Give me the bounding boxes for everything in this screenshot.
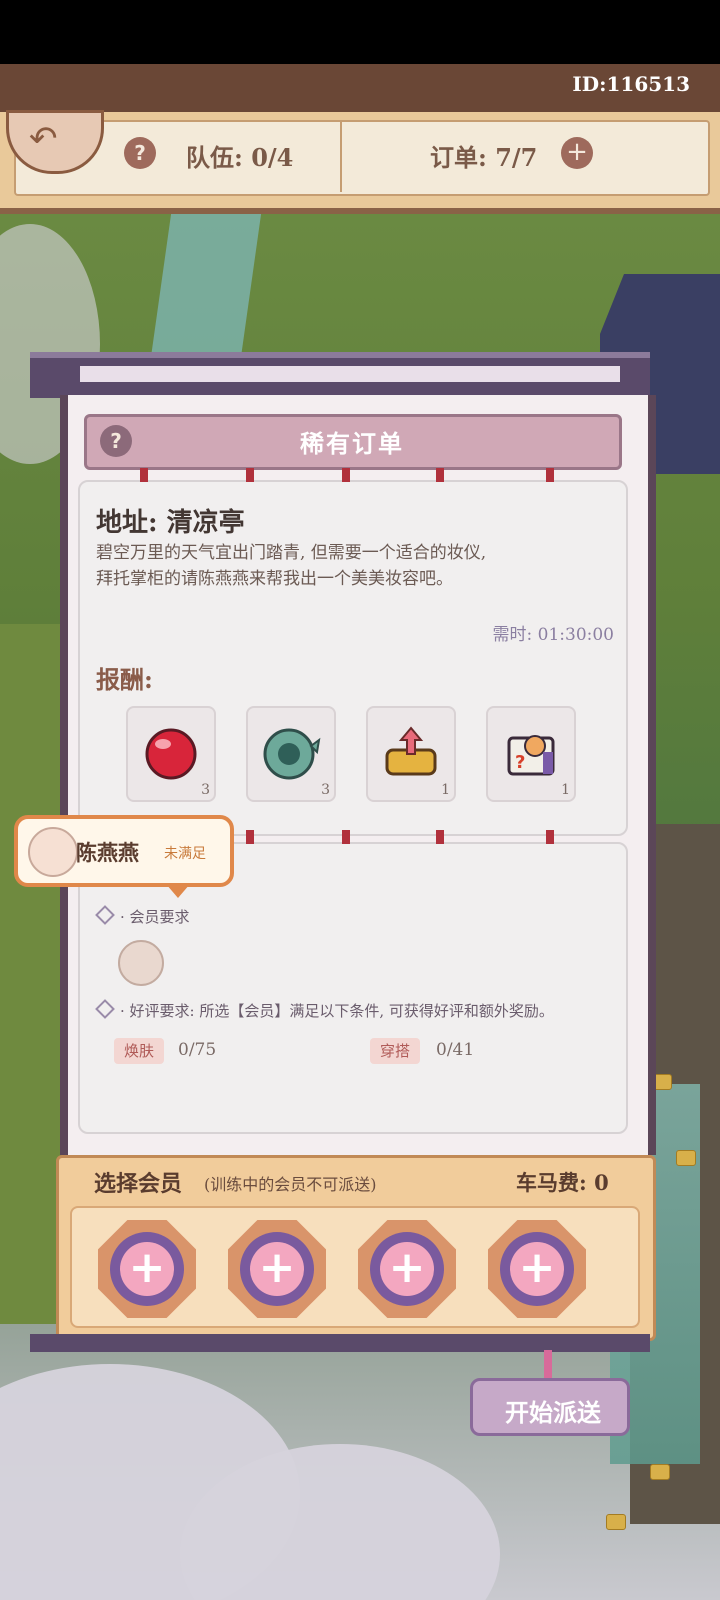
member-name: 陈燕燕 [76, 840, 139, 865]
reward-count: 3 [201, 782, 210, 798]
stat-tag-skincare: 焕肤 [114, 1038, 165, 1064]
diamond-icon [95, 999, 115, 1019]
member-requirement-label: · 会员要求 [95, 905, 190, 927]
panel-title: 稀有订单 [300, 429, 404, 458]
review-requirement-label: · 好评要求: 所选【会员】满足以下条件, 可获得好评和额外奖励。 [95, 999, 554, 1021]
order-address: 地址: 清凉亭 [96, 508, 245, 538]
mystery-box-icon: ? [507, 735, 555, 776]
reward-count: 3 [321, 782, 330, 798]
scroll-top-rail [30, 352, 650, 398]
back-arrow-icon: ↶ [29, 119, 58, 159]
member-status: 未满足 [164, 846, 206, 862]
stat-tag-outfit: 穿搭 [370, 1038, 421, 1064]
start-delivery-label: 开始派送 [505, 1398, 601, 1427]
add-member-icon: + [120, 1242, 174, 1296]
reward-item[interactable]: 3 [246, 706, 336, 802]
add-order-button[interactable]: + [561, 137, 593, 169]
description-line: 拜托掌柜的请陈燕燕来帮我出一个美美妆容吧。 [96, 569, 453, 589]
status-bar [0, 0, 720, 64]
description-line: 碧空万里的天气宜出门踏青, 但需要一个适合的妆仪, [96, 543, 487, 563]
green-fish-orb-icon [263, 728, 321, 780]
reward-item[interactable]: 1 [366, 706, 456, 802]
member-tooltip: 陈燕燕 未满足 [14, 815, 234, 887]
tooltip-tail [166, 884, 190, 898]
start-delivery-button[interactable]: 开始派送 [470, 1378, 630, 1436]
member-avatar [28, 827, 78, 877]
fare-label: 车马费: 0 [516, 1170, 609, 1195]
button-rope [544, 1350, 552, 1380]
order-count: 订单: 7/7 [430, 143, 538, 172]
add-member-icon: + [380, 1242, 434, 1296]
treasure-chest-icon [385, 726, 437, 776]
time-required: 需时: 01:30:00 [492, 625, 614, 645]
reward-label: 报酬: [96, 665, 153, 694]
member-avatar[interactable] [118, 940, 164, 986]
reward-item[interactable]: 3 [126, 706, 216, 802]
add-member-icon: + [250, 1242, 304, 1296]
help-icon[interactable]: ? [124, 137, 156, 169]
order-description: 碧空万里的天气宜出门踏青, 但需要一个适合的妆仪, 拜托掌柜的请陈燕燕来帮我出一… [96, 540, 596, 592]
reward-item[interactable]: ? 1 [486, 706, 576, 802]
add-member-icon: + [510, 1242, 564, 1296]
reward-count: 1 [441, 782, 450, 798]
red-orb-icon [145, 728, 197, 780]
reward-count: 1 [561, 782, 570, 798]
scroll-bottom-rail [30, 1334, 650, 1352]
svg-text:?: ? [515, 752, 525, 773]
select-member-subtitle: (训练中的会员不可派送) [204, 1175, 377, 1194]
stat-value-outfit: 0/41 [436, 1040, 475, 1060]
stat-value-skincare: 0/75 [178, 1040, 217, 1060]
order-help-icon[interactable]: ? [100, 425, 132, 457]
info-divider [340, 122, 342, 192]
info-bar [0, 112, 720, 214]
team-count: 队伍: 0/4 [186, 143, 294, 172]
player-id: ID:116513 [572, 72, 690, 96]
diamond-icon [95, 905, 115, 925]
select-member-title: 选择会员 [94, 1171, 183, 1197]
